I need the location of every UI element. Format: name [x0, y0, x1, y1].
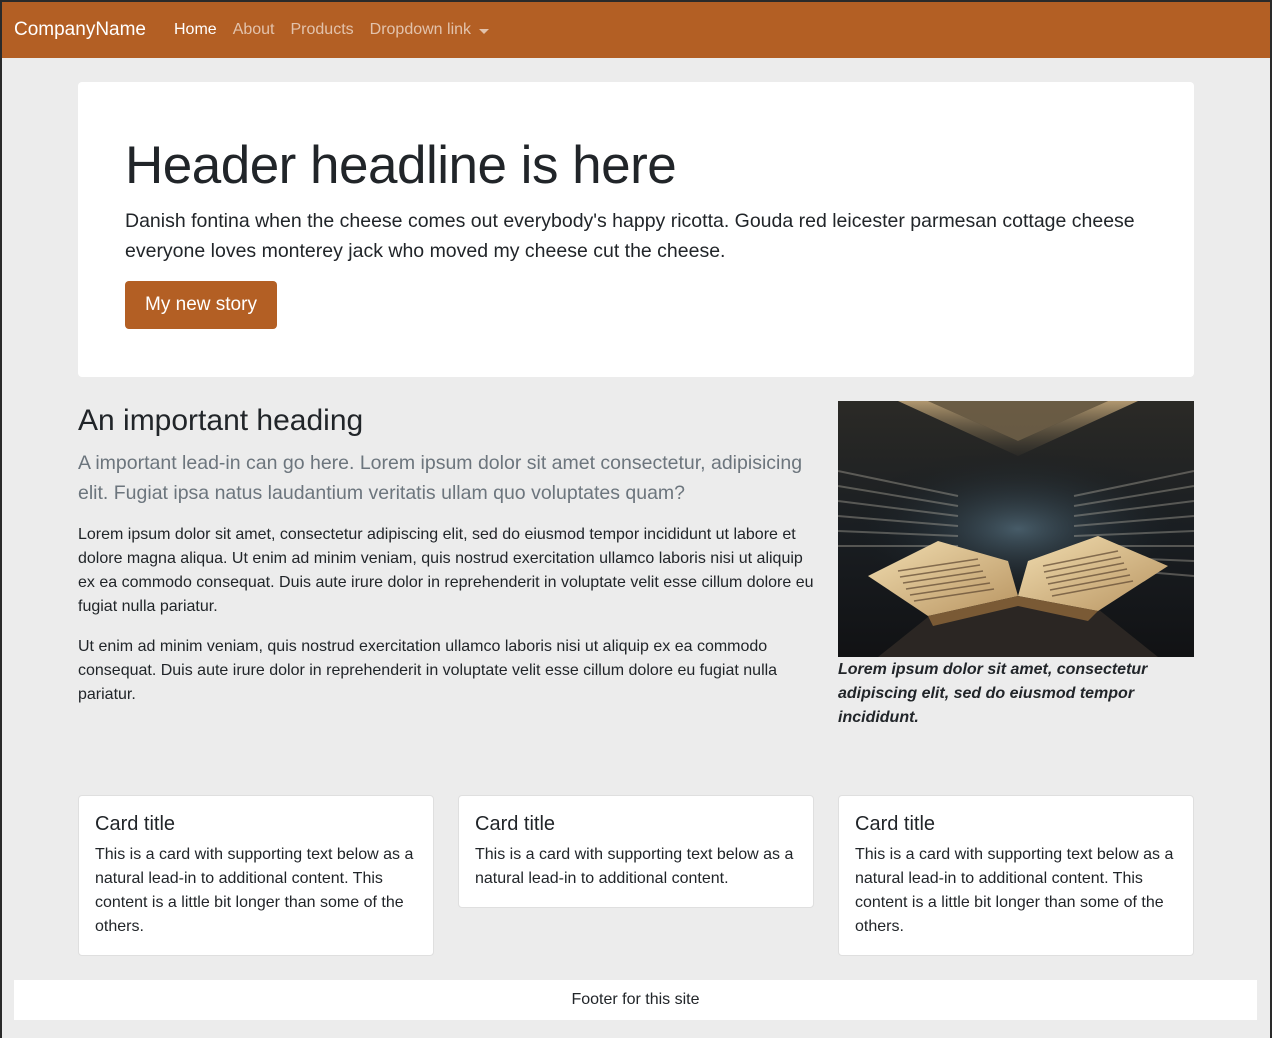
nav-link-home[interactable]: Home: [174, 20, 217, 40]
open-book-image: [838, 401, 1194, 657]
card-text: This is a card with supporting text belo…: [95, 846, 414, 935]
card-title: Card title: [855, 813, 936, 835]
nav-link-products[interactable]: Products: [291, 20, 354, 40]
card: Card title This is a card with supportin…: [838, 795, 1194, 956]
nav-link-about[interactable]: About: [233, 20, 275, 40]
dropdown-link-label: Dropdown link: [369, 21, 472, 38]
nav-link-dropdown[interactable]: Dropdown link: [369, 20, 490, 40]
hero-jumbotron: Header headline is here Danish fontina w…: [78, 82, 1194, 377]
card: Card title This is a card with supportin…: [78, 795, 434, 956]
card-title: Card title: [95, 813, 176, 835]
brand-link[interactable]: CompanyName: [14, 18, 146, 42]
hero-title: Header headline is here: [125, 136, 677, 195]
caret-down-icon: [479, 28, 490, 34]
nav-links: Home About Products Dropdown link: [174, 20, 505, 40]
hero-text: Danish fontina when the cheese comes out…: [125, 210, 1135, 262]
card-text: This is a card with supporting text belo…: [855, 846, 1174, 935]
figure-caption: Lorem ipsum dolor sit amet, consectetur …: [838, 661, 1148, 726]
card-text: This is a card with supporting text belo…: [475, 846, 794, 887]
body-paragraph: Lorem ipsum dolor sit amet, consectetur …: [78, 526, 814, 615]
body-paragraph: Ut enim ad minim veniam, quis nostrud ex…: [78, 638, 778, 703]
navbar: CompanyName Home About Products Dropdown…: [2, 2, 1270, 58]
page: CompanyName Home About Products Dropdown…: [2, 2, 1270, 1038]
card-title: Card title: [475, 813, 556, 835]
lead-text: A important lead-in can go here. Lorem i…: [78, 452, 803, 504]
main-heading: An important heading: [78, 404, 364, 437]
footer: Footer for this site: [14, 980, 1257, 1020]
my-new-story-button[interactable]: My new story: [125, 281, 277, 329]
card: Card title This is a card with supportin…: [458, 795, 814, 908]
